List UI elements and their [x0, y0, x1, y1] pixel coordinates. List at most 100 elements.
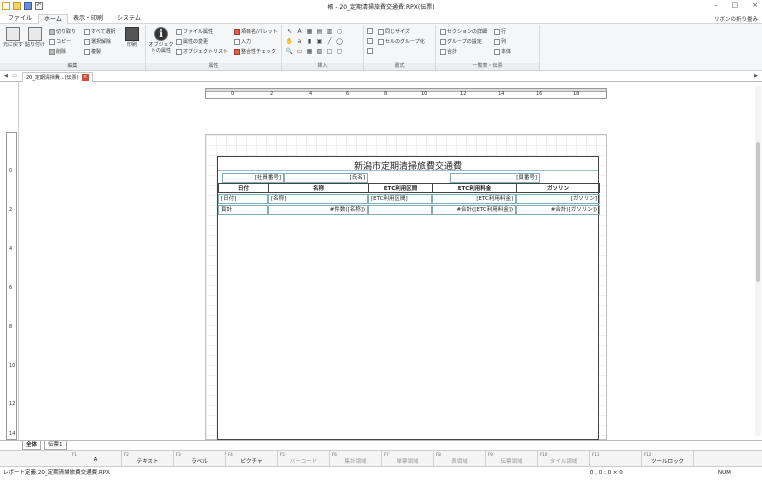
fkey-label: ピクチャ: [240, 459, 263, 465]
fkey-f5[interactable]: F5 バーコード: [278, 451, 330, 467]
header-etc-fee[interactable]: ETC利用料金: [432, 183, 516, 193]
design-area[interactable]: 0 2 4 6 8 10 12 14 16 18 0 2 4 6 8 10 12…: [0, 82, 762, 440]
format-extra-button[interactable]: [367, 48, 373, 54]
same-size-button[interactable]: 同じサイズ: [378, 28, 410, 35]
document-tab[interactable]: 20_定期清掃費...(伝票) ×: [22, 72, 93, 82]
close-tab-icon[interactable]: ×: [81, 74, 89, 81]
sheet-tab-all[interactable]: 全体: [22, 441, 42, 450]
columns-tool-icon[interactable]: ▥: [325, 28, 334, 37]
consistency-check-button[interactable]: 整合性チェック: [234, 48, 276, 55]
select-all-button[interactable]: すべて選択: [84, 28, 115, 35]
print-button[interactable]: 印刷: [121, 27, 143, 48]
tab-home[interactable]: ホーム: [38, 14, 68, 24]
attr-change-button[interactable]: 属性の変更: [176, 38, 208, 45]
fkey-f2[interactable]: F2 テキスト: [122, 451, 174, 467]
item-palette-button[interactable]: 項目名/パレット: [234, 28, 278, 35]
tab-scroll-left-icon[interactable]: ◀: [4, 73, 8, 79]
fkey-f3[interactable]: F3 ラベル: [174, 451, 226, 467]
status-numlock: NUM: [718, 470, 731, 476]
label-tool-icon[interactable]: a: [295, 38, 304, 47]
status-bar: レポート定義:20_定期清掃旅費交通費.RPX 0 , 0 : 0 × 0 NU…: [0, 466, 762, 480]
grid-tool-icon[interactable]: ▤: [315, 28, 324, 37]
file-attr-button[interactable]: ファイル属性: [176, 28, 213, 35]
square-tool-icon[interactable]: ▢: [335, 48, 344, 57]
employee-number-field[interactable]: [社員番号]: [222, 173, 284, 183]
header-name[interactable]: 名称: [268, 183, 368, 193]
clipboard-icon: [28, 27, 42, 41]
form-title[interactable]: 新潟市定期清掃旅費交通費: [218, 159, 598, 172]
fkey-f8[interactable]: F8 表領域: [434, 451, 486, 467]
row-name-field[interactable]: [名称]: [268, 194, 368, 204]
page-total-label[interactable]: 頁計: [218, 205, 268, 215]
column-button[interactable]: 列: [494, 38, 506, 45]
empty-etc-section-field[interactable]: [368, 205, 432, 215]
paste-button[interactable]: 貼り付け: [24, 27, 46, 48]
deselect-button[interactable]: 選択解除: [84, 38, 111, 45]
minimize-button[interactable]: –: [714, 1, 718, 9]
tab-system[interactable]: システム: [112, 14, 146, 24]
text-tool-icon[interactable]: A: [295, 28, 304, 37]
tab-scroll-right-icon[interactable]: ▶: [754, 73, 758, 79]
sheet-tab-slip1[interactable]: 伝票1: [44, 441, 67, 450]
group-tool-icon[interactable]: ▦: [305, 48, 314, 57]
row-etc-fee-field[interactable]: [ETC利用料金]: [432, 194, 516, 204]
input-button[interactable]: 入力: [234, 38, 251, 45]
copy-button[interactable]: コピー: [49, 38, 71, 45]
distribute-button[interactable]: [367, 38, 373, 44]
undo-button[interactable]: 元に戻す: [2, 27, 24, 48]
section-detail-button[interactable]: セクションの詳細: [440, 28, 487, 35]
fkey-f1[interactable]: F1 A: [70, 451, 122, 467]
row-etc-section-field[interactable]: [ETC利用区間]: [368, 194, 432, 204]
fkey-f4[interactable]: F4 ピクチャ: [226, 451, 278, 467]
chart-tool-icon[interactable]: ▧: [315, 48, 324, 57]
ellipse-tool-icon[interactable]: ○: [335, 28, 344, 37]
object-list-button[interactable]: オブジェクトリスト: [176, 48, 228, 55]
sum-etc-fee-field[interactable]: #合計([ETC利用料金]): [432, 205, 516, 215]
maximize-button[interactable]: □: [732, 1, 739, 9]
field-tool-icon[interactable]: ▭: [295, 48, 304, 57]
zoom-tool-icon[interactable]: 🔍: [285, 48, 294, 57]
slip-form[interactable]: 新潟市定期清掃旅費交通費 [社員番号] [氏名] [頁番号] 日付 名称 ETC…: [217, 156, 600, 440]
vertical-scrollbar-thumb[interactable]: [756, 142, 760, 282]
image-tool-icon[interactable]: ▣: [315, 38, 324, 47]
tab-view-print[interactable]: 表示・印刷: [68, 14, 108, 24]
report-page[interactable]: 新潟市定期清掃旅費交通費 [社員番号] [氏名] [頁番号] 日付 名称 ETC…: [205, 134, 607, 440]
duplicate-button[interactable]: 複製: [84, 48, 101, 55]
fkey-f12[interactable]: F12 ツールロック: [642, 451, 694, 467]
group-setting-button[interactable]: グループの設定: [440, 38, 482, 45]
fkey-f9[interactable]: F9 伝票領域: [486, 451, 538, 467]
hand-tool-icon[interactable]: ✋: [285, 38, 294, 47]
header-etc-section[interactable]: ETC利用区間: [368, 183, 432, 193]
sum-gasoline-field[interactable]: #合計([ガソリン]): [516, 205, 600, 215]
close-button[interactable]: ×: [752, 1, 758, 9]
delete-button[interactable]: 削除: [49, 48, 66, 55]
align-button[interactable]: [367, 28, 373, 34]
row-gasoline-field[interactable]: [ガソリン]: [516, 194, 600, 204]
name-field[interactable]: [氏名]: [284, 173, 368, 183]
tab-file[interactable]: ファイル: [3, 14, 37, 24]
line-tool-icon[interactable]: ╱: [325, 38, 334, 47]
barcode-tool-icon[interactable]: ▮: [305, 38, 314, 47]
row-date-field[interactable]: [日付]: [218, 194, 268, 204]
object-attr-button[interactable]: i オブジェクトの属性: [148, 27, 174, 54]
cut-button[interactable]: 切り取り: [49, 28, 76, 35]
page-number-field[interactable]: [頁番号]: [450, 173, 540, 183]
fkey-f10[interactable]: F10 タイル領域: [538, 451, 590, 467]
row-button[interactable]: 行: [494, 28, 506, 35]
fkey-f6[interactable]: F6 集計領域: [330, 451, 382, 467]
fkey-f7[interactable]: F7 単票領域: [382, 451, 434, 467]
table-tool-icon[interactable]: ▦: [305, 28, 314, 37]
header-date[interactable]: 日付: [218, 183, 268, 193]
column-icon: [494, 38, 500, 45]
circle-tool-icon[interactable]: ◯: [335, 38, 344, 47]
body-button[interactable]: 本体: [494, 48, 511, 55]
rect-tool-icon[interactable]: □: [325, 48, 334, 57]
ribbon-collapse-button[interactable]: リボンの折り畳み: [714, 15, 758, 23]
count-name-field[interactable]: #件数([名称]): [268, 205, 368, 215]
cell-group-button[interactable]: セルのグループ化: [378, 38, 425, 45]
total-button[interactable]: 合計: [440, 48, 457, 55]
pointer-icon[interactable]: ↖: [285, 28, 294, 37]
header-gasoline[interactable]: ガソリン: [516, 183, 600, 193]
fkey-f11[interactable]: F11: [590, 451, 642, 467]
duplicate-label: 複製: [91, 49, 102, 55]
